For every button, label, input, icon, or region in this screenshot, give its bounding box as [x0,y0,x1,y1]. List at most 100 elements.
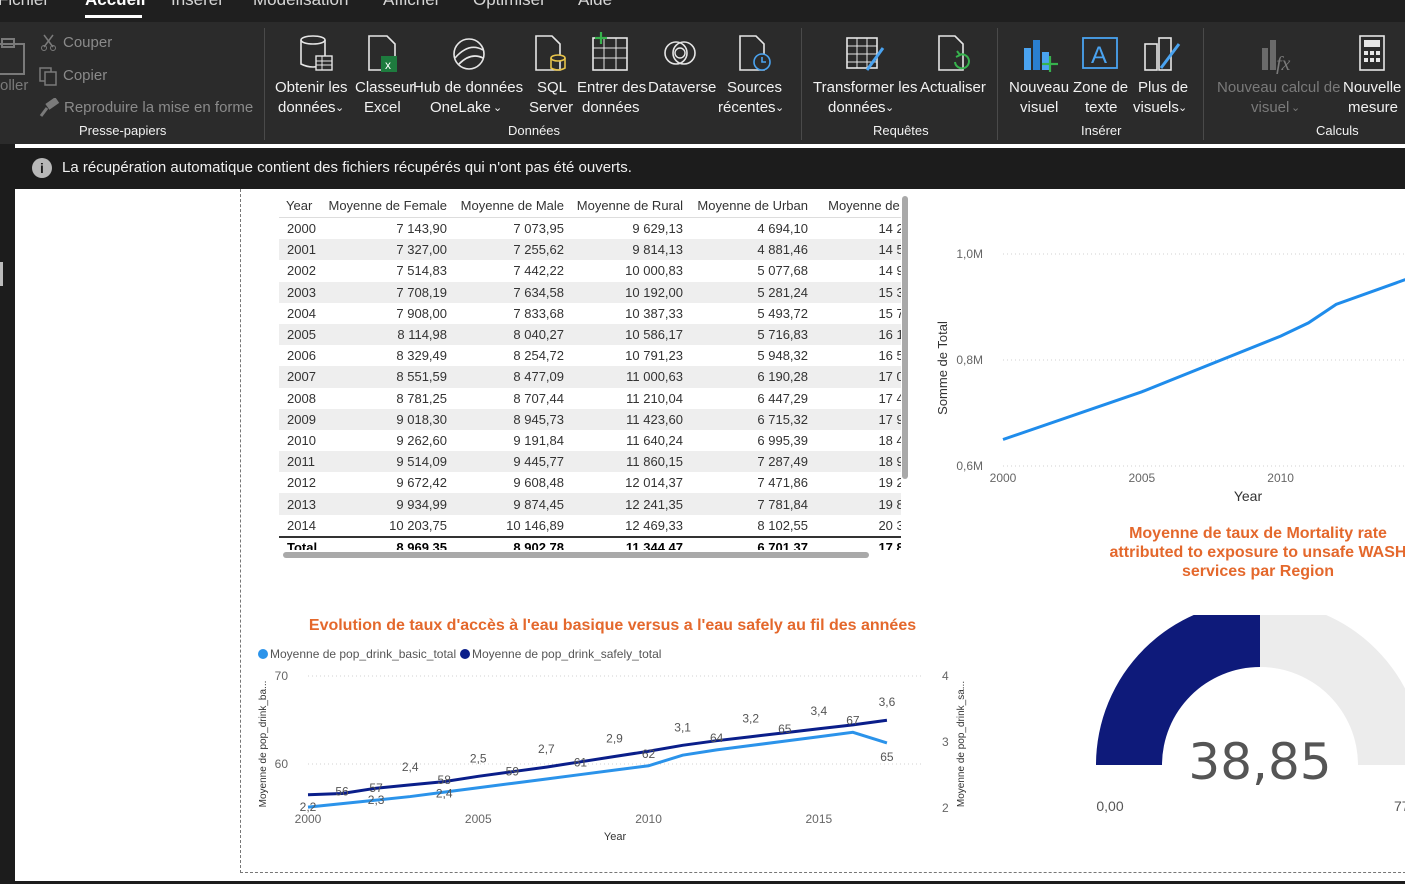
nouveau-calcul-line1: Nouveau calcul de [1217,79,1341,96]
table-cell: 2014 [287,517,316,533]
table-cell: 17 02 [878,369,901,385]
table-row[interactable]: 2009 9 018,30 8 945,73 11 423,60 6 715,32 17 … [279,408,901,430]
gauge-mortality-rate[interactable]: 38,85 0,00 77, [1080,615,1405,845]
table-cell: 5 493,72 [757,305,808,321]
column-header[interactable]: Year [279,193,319,218]
table-cell: 9 191,84 [513,432,564,448]
table-cell: 10 000,83 [625,263,683,279]
table-cell: 20 35 [878,517,901,533]
table-cell: 2007 [287,369,316,385]
info-icon: i [32,158,52,178]
transformer-line2: données [828,99,886,116]
table-cell: 7 514,83 [396,263,447,279]
data-label: 67 [846,713,860,727]
data-label: 3,6 [879,695,896,709]
table-row[interactable]: 2003 7 708,19 7 634,58 10 192,00 5 281,24 15 … [279,281,901,303]
table-row[interactable]: 2014 10 203,75 10 146,89 12 469,33 8 102,55 2… [279,515,901,537]
column-header[interactable]: Moyenne de Rural [572,193,691,218]
table-cell: 9 934,99 [396,496,447,512]
sql-server-icon [535,35,566,71]
tab-afficher[interactable]: Afficher [383,0,440,10]
table-row[interactable]: 2004 7 908,00 7 833,68 10 387,33 5 493,72 15 … [279,303,901,324]
table-row[interactable]: 2006 8 329,49 8 254,72 10 791,23 5 948,32 16 … [279,345,901,366]
table-cell: 10 791,23 [625,348,683,364]
x-axis-title: Year [1234,488,1263,504]
tab-modelisation[interactable]: Modélisation [253,0,348,10]
table-row[interactable]: 2007 8 551,59 8 477,09 11 000,63 6 190,28 17 … [279,366,901,388]
line-chart-water-access[interactable]: Moyenne de pop_drink_basic_total Moyenne … [250,640,980,850]
menu-bar: Fichier Accueil Insérer Modélisation Aff… [0,0,1405,22]
column-header[interactable]: Moyenne de Female [319,193,455,218]
line-chart-somme-total[interactable]: 0,6M0,8M1,0M2000200520102YearSomme de To… [925,192,1405,512]
svg-text:x: x [385,58,391,72]
data-label: 3,4 [810,704,827,718]
table-visual[interactable]: Year Moyenne de Female Moyenne de Male M… [279,193,901,550]
data-label: 59 [506,764,520,778]
sources-line2: récentes [718,99,776,116]
chevron-down-icon: ⌄ [775,102,785,114]
coller-label: oller [0,77,29,94]
table-cell: 9 445,77 [513,454,564,470]
table-cell: 7 073,95 [513,221,564,237]
ribbon-separator [264,28,265,140]
table-cell: 7 471,86 [757,475,808,491]
table-cell: 4 881,46 [757,242,808,258]
obtenir-line2: données [278,99,336,116]
tab-optimiser[interactable]: Optimiser [473,0,546,10]
table-row[interactable]: 2010 9 262,60 9 191,84 11 640,24 6 995,39 18 … [279,430,901,451]
table-cell: 7 442,22 [513,263,564,279]
tab-fichier[interactable]: Fichier [0,0,49,10]
series-line-safely [307,718,888,797]
refresh-icon [938,35,970,71]
table-row[interactable]: 2012 9 672,42 9 608,48 12 014,37 7 471,86 19 … [279,472,901,493]
column-header[interactable]: Moyenne de Urban [691,193,816,218]
tab-aide[interactable]: Aide [578,0,612,10]
data-table: Year Moyenne de Female Moyenne de Male M… [279,193,901,550]
column-header[interactable]: Moyenne de Male [455,193,572,218]
table-cell: 6 715,32 [757,411,808,427]
data-label: 2,4 [402,760,419,774]
table-cell: 10 203,75 [389,517,447,533]
table-vertical-scrollbar[interactable] [902,196,908,479]
transform-data-icon [846,37,885,71]
table-horizontal-scrollbar[interactable] [283,552,869,558]
column-header[interactable]: Moyenne de T [816,193,901,218]
reproduire-label: Reproduire la mise en forme [64,99,254,116]
table-cell: 8 707,44 [513,390,564,406]
pane-handle[interactable] [0,262,3,286]
tab-accueil[interactable]: Accueil [85,0,145,10]
table-cell: 8 329,49 [396,348,447,364]
onelake-line2: OneLake [430,99,491,116]
table-row[interactable]: 2011 9 514,09 9 445,77 11 860,15 7 287,49 18 … [279,451,901,473]
table-cell: 2008 [287,390,316,406]
transformer-line1: Transformer les [813,79,918,96]
table-cell: 8 102,55 [757,517,808,533]
data-label: 2,4 [436,787,453,801]
table-cell: 7 287,49 [757,454,808,470]
table-row[interactable]: 2005 8 114,98 8 040,27 10 586,17 5 716,83 16 … [279,323,901,346]
active-tab-indicator [85,15,142,18]
table-row[interactable]: 2002 7 514,83 7 442,22 10 000,83 5 077,68 14 … [279,260,901,281]
table-cell: 9 514,09 [396,454,447,470]
data-label: 65 [778,722,792,736]
x-tick-label: 2005 [1128,471,1155,485]
y-axis-title: Somme de Total [935,321,950,415]
table-cell: 5 716,83 [757,327,808,343]
table-cell: 10 387,33 [625,305,683,321]
table-row[interactable]: 2013 9 934,99 9 874,45 12 241,35 7 781,84 19 … [279,493,901,515]
group-donnees: Données [508,123,561,138]
data-label: 58 [438,773,452,787]
table-cell: 7 708,19 [396,284,447,300]
svg-text:fx: fx [1276,53,1291,74]
group-presse-papiers: Presse-papiers [79,123,167,138]
y-axis-title: Moyenne de pop_drink_ba... [258,681,269,808]
table-cell: 10 586,17 [625,327,683,343]
total-cell: 8 902,78 [455,535,572,550]
table-row[interactable]: 2000 7 143,90 7 073,95 9 629,13 4 694,10 14 2… [279,218,901,240]
table-cell: 11 423,60 [626,411,683,427]
table-row[interactable]: 2001 7 327,00 7 255,62 9 814,13 4 881,46 14 5… [279,239,901,261]
table-cell: 5 948,32 [757,348,808,364]
table-row[interactable]: 2008 8 781,25 8 707,44 11 210,04 6 447,29 17 … [279,388,901,409]
table-cell: 12 469,33 [625,517,683,533]
tab-inserer[interactable]: Insérer [171,0,224,10]
